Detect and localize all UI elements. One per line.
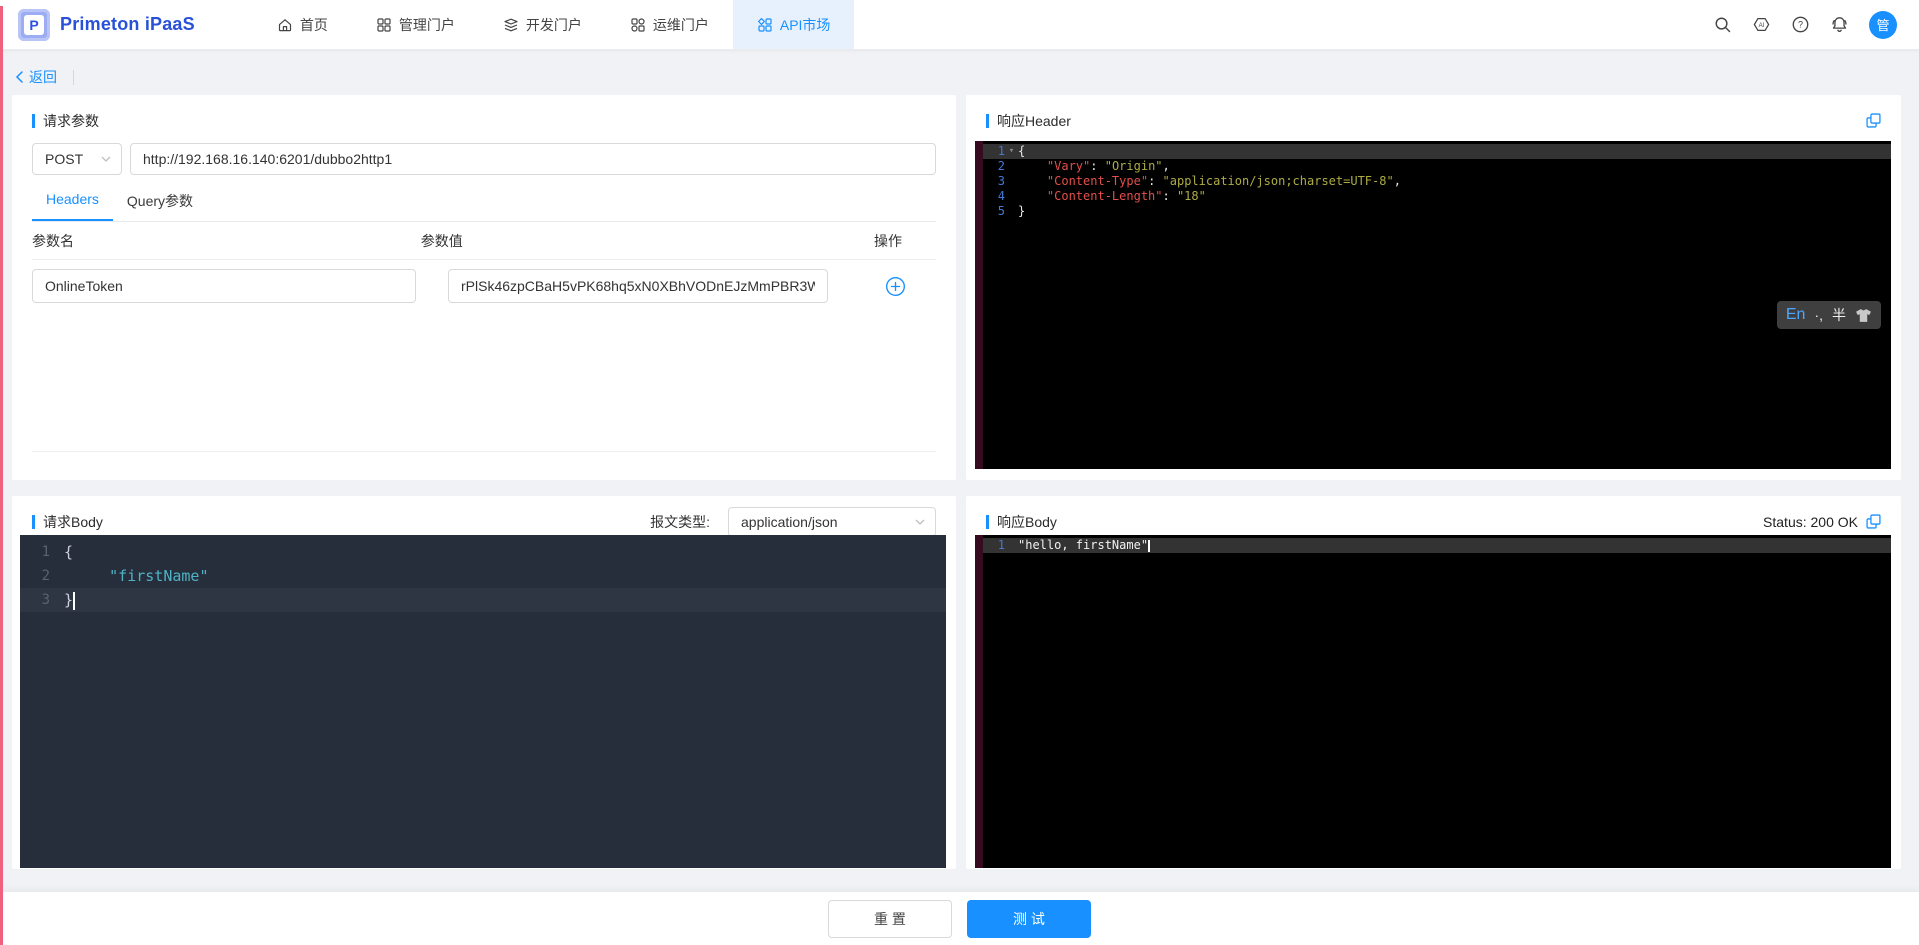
ime-halfwidth-indicator: 半 <box>1832 307 1846 323</box>
back-button[interactable]: 返回 <box>15 67 57 87</box>
nav-item-label: 管理门户 <box>398 16 455 33</box>
response-header-editor[interactable]: En ·, 半 1 ▾{2 "Vary": "Origin", 3 "Content… <box>975 141 1891 469</box>
svg-text:AI: AI <box>1759 22 1765 29</box>
title-accent-bar <box>32 113 35 128</box>
method-value: POST <box>45 151 84 167</box>
nav-item-label: 运维门户 <box>652 16 709 33</box>
tab-query-params[interactable]: Query参数 <box>113 185 207 221</box>
column-header-value: 参数值 <box>420 232 463 249</box>
chevron-down-icon <box>915 519 925 525</box>
back-label: 返回 <box>29 69 57 85</box>
reset-button[interactable]: 重 置 <box>828 899 952 938</box>
action-bar: 重 置 测 试 <box>0 892 1919 945</box>
title-accent-bar <box>986 113 989 128</box>
navbar-actions: AI ? 管 <box>1713 0 1919 49</box>
copy-icon[interactable] <box>1866 514 1881 529</box>
chevron-left-icon <box>15 71 23 83</box>
divider <box>32 451 936 452</box>
brand[interactable]: P Primeton iPaaS <box>0 0 195 49</box>
column-header-action: 操作 <box>873 232 902 249</box>
search-icon[interactable] <box>1713 15 1732 34</box>
panel-title: 响应Header <box>997 112 1071 129</box>
ai-assistant-icon[interactable]: AI <box>1752 15 1771 34</box>
content-type-select[interactable]: application/json <box>728 506 936 537</box>
content-type-label: 报文类型: <box>650 513 710 530</box>
grid-icon <box>631 17 645 32</box>
code-line: 1 "hello, firstName" <box>983 538 1891 553</box>
request-body-panel: 请求Body 报文类型: application/json 1{ 2 "first… <box>12 496 956 869</box>
param-name-input[interactable] <box>32 269 416 303</box>
ime-punctuation-indicator: ·, <box>1814 307 1823 323</box>
layers-icon <box>504 18 518 31</box>
code-line: 2 "firstName" <box>41 567 209 585</box>
response-body-panel: 响应Body Status: 200 OK 1 "hello, firstName… <box>966 496 1901 869</box>
add-row-icon[interactable] <box>885 276 906 297</box>
text-cursor <box>1148 539 1151 552</box>
code-line: 5} <box>997 204 1026 218</box>
nav-item-label: 开发门户 <box>525 16 582 33</box>
grid-icon <box>377 17 391 32</box>
svg-text:?: ? <box>1798 20 1803 30</box>
nav-item-label: API市场 <box>779 16 831 33</box>
chevron-down-icon <box>101 156 111 162</box>
logo-icon: P <box>18 8 50 41</box>
request-params-panel: 请求参数 POST Headers Query参数 参数名 参数值 操作 <box>12 95 956 480</box>
copy-icon[interactable] <box>1866 113 1881 128</box>
title-accent-bar <box>986 514 989 529</box>
code-line: 2 "Vary": "Origin", <box>997 159 1170 173</box>
brand-name: Primeton iPaaS <box>60 14 195 34</box>
table-header-row: 参数名 参数值 操作 <box>32 222 936 260</box>
nav-item-admin-portal[interactable]: 管理门户 <box>352 0 479 49</box>
nav-item-home[interactable]: 首页 <box>253 0 352 49</box>
screen-edge-accent <box>0 6 3 945</box>
panel-title: 请求参数 <box>43 112 99 129</box>
table-row <box>32 260 936 312</box>
nav-item-api-market[interactable]: API市场 <box>732 0 855 49</box>
code-line: 4 "Content-Length": "18" <box>997 189 1206 203</box>
top-navbar: P Primeton iPaaS 首页 管理门户 开发门户 运维门户 API市场… <box>0 0 1919 50</box>
divider <box>73 69 74 85</box>
nav-item-ops-portal[interactable]: 运维门户 <box>606 0 733 49</box>
column-header-name: 参数名 <box>32 232 74 249</box>
code-line: 3 "Content-Type": "application/json;char… <box>997 174 1401 188</box>
code-line: 1 ▾{ <box>983 144 1891 159</box>
test-button[interactable]: 测 试 <box>967 899 1091 938</box>
ime-language-indicator: En <box>1785 306 1806 323</box>
method-select[interactable]: POST <box>32 143 122 175</box>
user-avatar[interactable]: 管 <box>1869 10 1897 39</box>
nav-item-dev-portal[interactable]: 开发门户 <box>479 0 606 49</box>
main-menu: 首页 管理门户 开发门户 运维门户 API市场 <box>253 0 855 49</box>
panel-title: 响应Body <box>997 513 1057 530</box>
breadcrumb: 返回 <box>0 50 1919 90</box>
code-line: 3} <box>20 588 946 612</box>
nav-item-label: 首页 <box>299 16 328 33</box>
param-value-input[interactable] <box>448 269 828 303</box>
request-body-editor[interactable]: 1{ 2 "firstName" 3} <box>20 535 946 868</box>
text-cursor <box>73 591 76 610</box>
status-badge: Status: 200 OK <box>1763 513 1858 530</box>
notifications-bell-icon[interactable] <box>1830 15 1849 34</box>
grid-diamond-icon <box>757 17 772 32</box>
ime-status-bar[interactable]: En ·, 半 <box>1776 301 1881 329</box>
home-icon <box>278 18 291 31</box>
params-table: 参数名 参数值 操作 <box>32 222 936 312</box>
ime-skin-icon <box>1856 308 1871 322</box>
panel-title: 请求Body <box>43 513 103 530</box>
content-type-value: application/json <box>741 513 838 530</box>
param-tabs: Headers Query参数 <box>32 185 936 222</box>
title-accent-bar <box>32 514 35 529</box>
response-header-panel: 响应Header En ·, 半 1 ▾{2 "Vary": "Origin", 3… <box>966 95 1901 480</box>
code-line: 1{ <box>41 543 74 561</box>
url-input[interactable] <box>130 143 936 175</box>
help-icon[interactable]: ? <box>1791 15 1810 34</box>
logo-letter: P <box>24 14 44 35</box>
response-body-editor[interactable]: 1 "hello, firstName" <box>975 535 1891 868</box>
tab-headers[interactable]: Headers <box>32 185 113 221</box>
